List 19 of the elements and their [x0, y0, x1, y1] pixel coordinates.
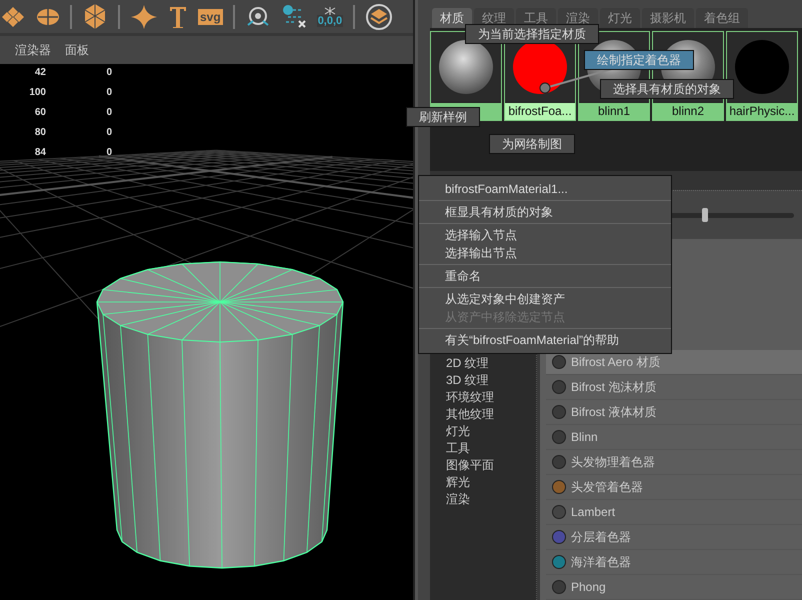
- hud-value: 0: [105, 66, 112, 80]
- tooltip: 为网络制图: [489, 134, 575, 154]
- hud-value: 60: [34, 106, 46, 120]
- tooltip: 为当前选择指定材质: [465, 24, 599, 44]
- tooltip: 刷新样例: [406, 107, 480, 127]
- hud-value: 0: [105, 106, 112, 120]
- swatch-label: bifrostFoa...: [505, 103, 575, 120]
- tooltip: 选择具有材质的对象: [600, 79, 734, 99]
- swatch-label: hairPhysic...: [727, 103, 797, 120]
- hud-value: 80: [34, 126, 46, 140]
- tooltip: 绘制指定着色器: [584, 50, 694, 70]
- hud-value: 84: [34, 146, 46, 160]
- swatch-label: blinn2: [653, 103, 723, 120]
- hud-value: 42: [34, 66, 46, 80]
- swatch-label: blinn1: [579, 103, 649, 120]
- hud-value: 0: [105, 126, 112, 140]
- hud-value: 0: [105, 86, 112, 100]
- hud-value: 100: [28, 86, 46, 100]
- hud-value: 0: [105, 146, 112, 160]
